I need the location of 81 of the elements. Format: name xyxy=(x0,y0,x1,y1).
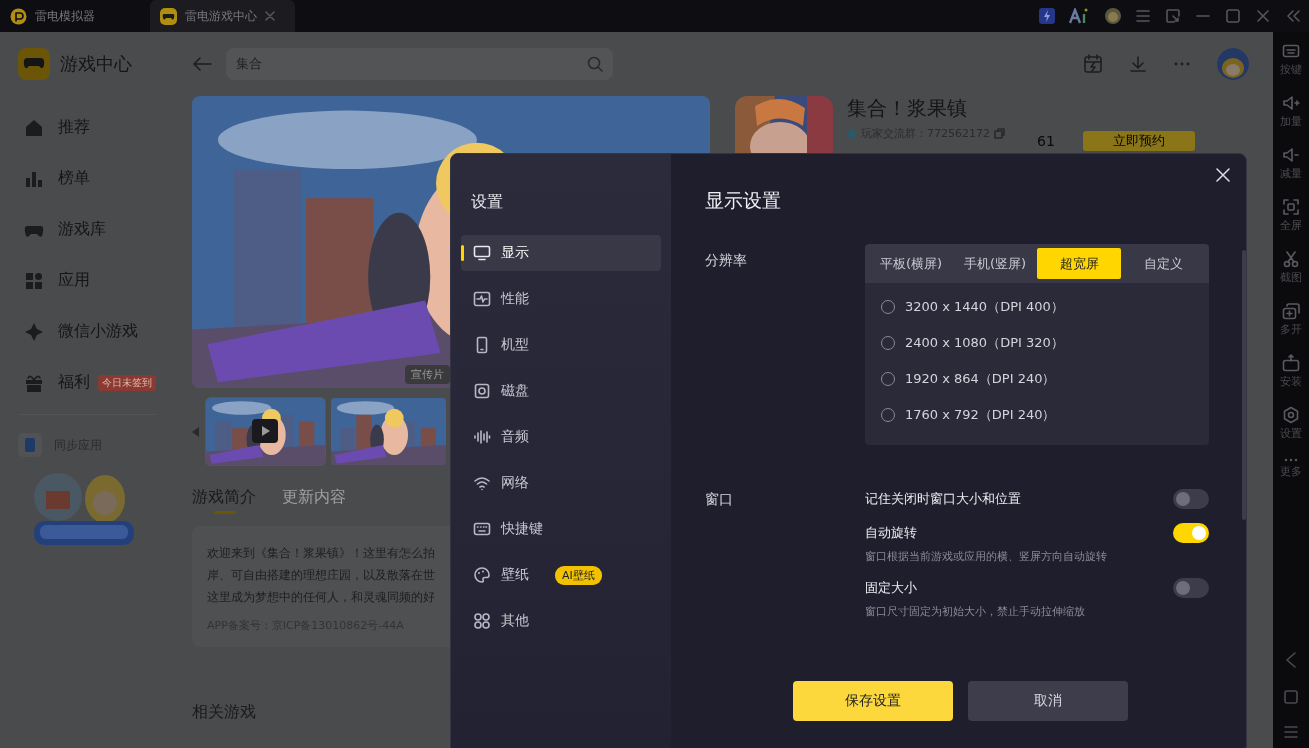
lightning-icon[interactable] xyxy=(1039,8,1055,24)
settings-nav-item[interactable]: 性能 xyxy=(461,281,661,317)
fullscreen-icon xyxy=(1282,198,1300,216)
setting-label: 窗口 xyxy=(705,490,734,509)
toggle-hint: 窗口尺寸固定为初始大小，禁止手动拉伸缩放 xyxy=(865,604,1086,619)
ai-badge: AI壁纸 xyxy=(555,565,602,585)
toggle-label: 自动旋转 xyxy=(865,524,918,542)
settings-nav-item[interactable]: 磁盘 xyxy=(461,373,661,409)
mode-tab[interactable]: 手机(竖屏) xyxy=(953,248,1037,279)
keyboard-icon xyxy=(1282,42,1300,60)
more-icon xyxy=(1284,458,1298,462)
mode-tab[interactable]: 平板(横屏) xyxy=(869,248,953,279)
back-icon[interactable] xyxy=(192,56,212,72)
windows-icon xyxy=(1282,302,1300,320)
monitor-icon xyxy=(473,244,491,262)
apps-icon xyxy=(24,270,44,291)
phone-icon xyxy=(25,438,35,452)
resolution-option[interactable]: 1760 x 792（DPI 240） xyxy=(881,397,1056,433)
back-icon[interactable] xyxy=(1285,652,1297,668)
avatar[interactable] xyxy=(1217,48,1249,80)
count: 61 xyxy=(1037,133,1055,149)
pulse-icon xyxy=(473,290,491,308)
palette-icon xyxy=(473,566,491,584)
settings-nav-item[interactable]: 快捷键 xyxy=(461,511,661,547)
settings-nav-item[interactable]: 其他 xyxy=(461,603,661,639)
app-title: 游戏中心 xyxy=(60,52,132,76)
maximize-icon[interactable] xyxy=(1225,8,1241,24)
settings-icon xyxy=(1282,406,1300,424)
collapse-icon[interactable] xyxy=(1285,8,1301,24)
resize-icon[interactable] xyxy=(1165,8,1181,24)
toolbar-label[interactable]: 截图 xyxy=(1280,270,1302,285)
dialog-title: 设置 xyxy=(470,192,504,213)
save-button[interactable]: 保存设置 xyxy=(793,681,953,721)
scrollbar[interactable] xyxy=(1242,250,1246,520)
settings-nav-item[interactable]: 壁纸 AI壁纸 xyxy=(461,557,661,593)
toggle-hint: 窗口根据当前游戏或应用的横、竖屏方向自动旋转 xyxy=(865,549,1108,564)
volume-up-icon xyxy=(1282,94,1300,112)
mode-tab[interactable]: 自定义 xyxy=(1121,248,1205,279)
app-logo-icon xyxy=(10,7,27,25)
resolution-option[interactable]: 1920 x 864（DPI 240） xyxy=(881,361,1056,397)
sync-icon[interactable] xyxy=(18,433,42,457)
calendar-icon[interactable] xyxy=(1083,54,1103,74)
copy-icon[interactable] xyxy=(994,128,1005,139)
window-tab[interactable]: 雷电游戏中心 xyxy=(150,0,295,32)
keyboard-icon xyxy=(473,520,491,538)
download-icon[interactable] xyxy=(1129,55,1147,73)
toggle-label: 固定大小 xyxy=(865,579,918,597)
window-tab[interactable]: 雷电模拟器 xyxy=(0,0,150,32)
wifi-icon xyxy=(473,474,491,492)
gamepad-logo-icon xyxy=(160,7,177,25)
mode-tab[interactable]: 超宽屏 xyxy=(1037,248,1121,279)
video-tag: 宣传片 xyxy=(405,365,450,384)
avatar-icon[interactable] xyxy=(1105,8,1121,24)
toggle-switch[interactable] xyxy=(1173,523,1209,543)
play-icon[interactable] xyxy=(252,419,278,443)
install-icon xyxy=(1282,354,1300,372)
settings-nav-item[interactable]: 网络 xyxy=(461,465,661,501)
cancel-button[interactable]: 取消 xyxy=(968,681,1128,721)
star-icon xyxy=(24,321,44,342)
arrow-left-icon[interactable] xyxy=(192,426,200,437)
toggle-switch[interactable] xyxy=(1173,489,1209,509)
reserve-button[interactable]: 立即预约 xyxy=(1082,131,1195,151)
menu-icon[interactable] xyxy=(1284,726,1298,738)
resolution-option[interactable]: 3200 x 1440（DPI 400） xyxy=(881,289,1064,325)
sound-wave-icon xyxy=(473,428,491,446)
scissors-icon xyxy=(1282,250,1300,268)
settings-nav-item[interactable]: 音频 xyxy=(461,419,661,455)
game-title: 集合！浆果镇 xyxy=(847,96,968,120)
setting-label: 分辨率 xyxy=(705,251,748,270)
volume-down-icon xyxy=(1282,146,1300,164)
section-heading: 显示设置 xyxy=(705,188,782,213)
search-icon[interactable] xyxy=(587,56,603,72)
toggle-label: 记住关闭时窗口大小和位置 xyxy=(865,490,1022,508)
content-tab[interactable]: 更新内容 xyxy=(282,487,346,514)
settings-nav-item[interactable]: 显示 xyxy=(461,235,661,271)
settings-nav-item[interactable]: 机型 xyxy=(461,327,661,363)
toggle-switch[interactable] xyxy=(1173,578,1209,598)
resolution-option[interactable]: 2400 x 1080（DPI 320） xyxy=(881,325,1064,361)
menu-icon[interactable] xyxy=(1135,8,1151,24)
nav-badge: 今日未签到 xyxy=(98,374,156,391)
grid-icon xyxy=(473,612,491,630)
